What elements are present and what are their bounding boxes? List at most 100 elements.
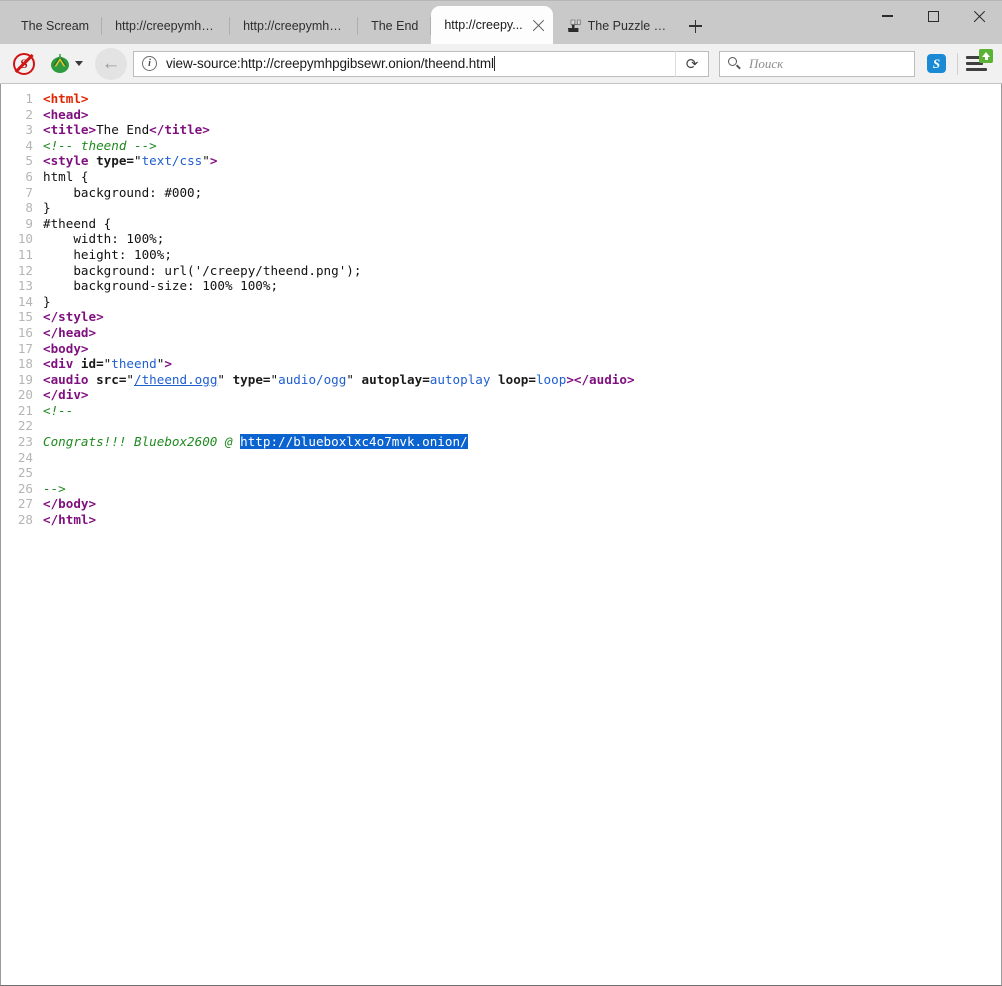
browser-window: The Screamhttp://creepymhp...http://cree…	[0, 0, 1002, 986]
source-line: 27 </body>	[1, 496, 1001, 512]
source-token: }	[43, 294, 51, 309]
tab-0[interactable]: The Scream	[8, 8, 102, 44]
source-token: loop=	[498, 372, 536, 387]
source-code-view[interactable]: 1<html>2<head>3<title>The End</title>4<!…	[1, 91, 1001, 528]
source-token: </div>	[43, 387, 89, 402]
source-token: </html>	[43, 512, 96, 527]
line-number: 18	[1, 356, 33, 372]
line-number: 12	[1, 263, 33, 279]
line-number: 6	[1, 169, 33, 185]
source-line: 9#theend {	[1, 216, 1001, 232]
source-token: type=	[233, 372, 271, 387]
line-number: 7	[1, 185, 33, 201]
source-token: background: url('/creepy/theend.png');	[43, 263, 361, 278]
puzzle-icon	[566, 18, 582, 34]
source-line: 18<div id="theend">	[1, 356, 1001, 372]
source-token: audio/ogg	[278, 372, 346, 387]
toolbar-divider	[957, 53, 958, 75]
search-bar[interactable]: Поиск	[719, 51, 915, 77]
source-token: "	[271, 372, 279, 387]
line-number: 2	[1, 107, 33, 123]
source-line: 8}	[1, 200, 1001, 216]
source-line: 17<body>	[1, 341, 1001, 357]
source-token: html {	[43, 169, 89, 184]
line-number: 4	[1, 138, 33, 154]
source-line: 28 </html>	[1, 512, 1001, 528]
tab-2[interactable]: http://creepymhp...	[230, 8, 358, 44]
source-line: 19<audio src="/theend.ogg" type="audio/o…	[1, 372, 1001, 388]
line-number: 19	[1, 372, 33, 388]
tab-close-icon[interactable]	[530, 17, 547, 34]
source-line: 12 background: url('/creepy/theend.png')…	[1, 263, 1001, 279]
source-line: 23 Congrats!!! Bluebox2600 @ http://blueb…	[1, 434, 1001, 450]
source-token: ></audio>	[566, 372, 634, 387]
url-bar[interactable]: i view-source:http://creepymhpgibsewr.on…	[133, 51, 709, 77]
source-line: 7 background: #000;	[1, 185, 1001, 201]
site-info-icon[interactable]: i	[142, 56, 157, 71]
source-token: <body>	[43, 341, 89, 356]
line-number: 27	[1, 496, 33, 512]
source-token: "	[217, 372, 232, 387]
source-token: src=	[96, 372, 126, 387]
torbutton[interactable]	[40, 50, 87, 78]
source-token: "	[202, 153, 210, 168]
line-number: 13	[1, 278, 33, 294]
tab-label: The End	[371, 19, 418, 33]
hamburger-line	[966, 68, 987, 71]
minimize-button[interactable]	[864, 1, 910, 31]
source-token[interactable]: /theend.ogg	[134, 372, 217, 387]
source-line: 4<!-- theend -->	[1, 138, 1001, 154]
source-token	[490, 372, 498, 387]
back-button[interactable]: ←	[95, 48, 127, 80]
source-token: </style>	[43, 309, 104, 324]
navigation-toolbar: S ← i view-source:http://creepymhpgibse	[0, 44, 1002, 84]
menu-button[interactable]	[966, 55, 988, 73]
tab-list: The Screamhttp://creepymhp...http://cree…	[8, 0, 681, 44]
source-token: </title>	[149, 122, 210, 137]
minimize-icon	[882, 15, 893, 16]
search-icon	[728, 57, 742, 71]
line-number: 24	[1, 450, 33, 466]
close-button[interactable]	[956, 1, 1002, 31]
upload-arrow-stem	[985, 56, 988, 60]
search-handle	[736, 64, 741, 69]
tab-3[interactable]: The End	[358, 8, 431, 44]
line-number: 1	[1, 91, 33, 107]
search-input[interactable]: Поиск	[749, 56, 783, 72]
line-number: 20	[1, 387, 33, 403]
source-token: }	[43, 200, 51, 215]
source-token: </head>	[43, 325, 96, 340]
tab-1[interactable]: http://creepymhp...	[102, 8, 230, 44]
source-token: background: #000;	[43, 185, 202, 200]
url-input[interactable]: view-source:http://creepymhpgibsewr.onio…	[166, 56, 675, 71]
line-number: 21	[1, 403, 33, 419]
noscript-icon: S	[13, 53, 35, 75]
reload-button[interactable]: ⟳	[675, 51, 708, 77]
line-number: 23	[1, 434, 33, 450]
source-line: 16 </head>	[1, 325, 1001, 341]
selected-url-text[interactable]: http://blueboxlxc4o7mvk.onion/	[240, 434, 467, 449]
source-token: id=	[81, 356, 104, 371]
maximize-button[interactable]	[910, 1, 956, 31]
source-line: 26-->	[1, 481, 1001, 497]
source-line: 10 width: 100%;	[1, 231, 1001, 247]
source-token: </body>	[43, 496, 96, 511]
source-token: Congrats!!! Bluebox2600 @	[43, 434, 240, 449]
back-arrow-icon: ←	[102, 54, 121, 73]
noscript-button[interactable]: S	[6, 50, 40, 78]
source-token: <!--	[43, 403, 73, 418]
line-number: 28	[1, 512, 33, 528]
maximize-icon	[928, 11, 939, 22]
source-token: autoplay	[430, 372, 491, 387]
line-number: 16	[1, 325, 33, 341]
source-token: autoplay=	[362, 372, 430, 387]
reload-icon: ⟳	[686, 55, 699, 73]
new-tab-button[interactable]	[681, 8, 711, 44]
source-line: 22	[1, 418, 1001, 434]
skype-icon[interactable]: S	[927, 54, 946, 73]
source-token: >	[210, 153, 218, 168]
tab-5[interactable]: The Puzzle Ma...	[553, 8, 681, 44]
tab-strip: The Screamhttp://creepymhp...http://cree…	[0, 0, 1002, 44]
tab-4[interactable]: http://creepy...	[431, 6, 552, 44]
chevron-down-icon	[75, 61, 83, 66]
